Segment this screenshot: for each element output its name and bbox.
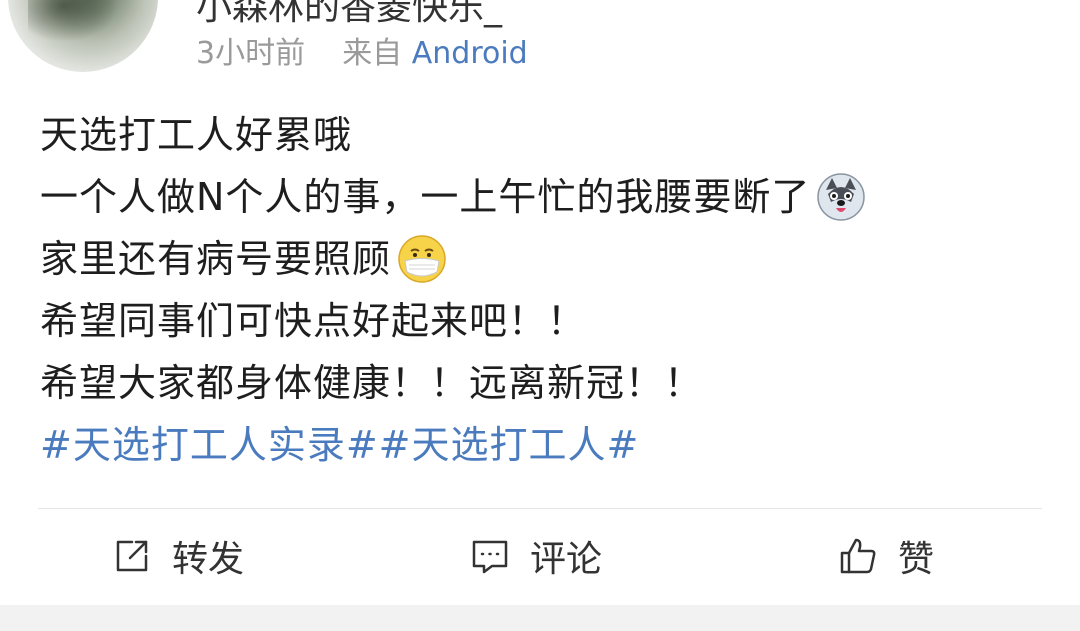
like-button[interactable]: 赞	[836, 510, 934, 602]
post-text: 一个人做N个人的事，一上午忙的我腰要断了	[40, 175, 811, 219]
topic-link[interactable]: #天选打工人实录##天选打工人#	[40, 414, 639, 476]
post-text: 家里还有病号要照顾	[40, 237, 392, 281]
post-time: 3小时前	[196, 36, 306, 71]
divider	[38, 508, 1042, 509]
repost-label: 转发	[172, 539, 245, 580]
post-text: 希望同事们可快点好起来吧！！	[40, 299, 587, 343]
source-prefix: 来自	[342, 36, 403, 71]
source-name: Android	[411, 36, 528, 71]
comment-button[interactable]: 评论	[468, 510, 602, 602]
post-line: 一个人做N个人的事，一上午忙的我腰要断了	[40, 166, 1050, 228]
post-text: 希望大家都身体健康！！远离新冠！！	[40, 361, 704, 405]
post-line: 希望同事们可快点好起来吧！！	[40, 290, 1050, 352]
like-label: 赞	[898, 539, 935, 580]
mask-face-emoji-icon	[398, 235, 446, 283]
weibo-post-card: 小森林的香菱快乐_ 3小时前 来自 Android 天选打工人好累哦 一个人做N…	[0, 0, 1080, 631]
post-meta: 3小时前 来自 Android	[196, 28, 528, 72]
repost-icon	[116, 540, 148, 572]
comment-icon	[472, 540, 508, 574]
thumbs-up-icon	[840, 538, 876, 574]
comment-label: 评论	[530, 539, 603, 580]
avatar[interactable]	[8, 0, 158, 72]
repost-button[interactable]: 转发	[110, 510, 244, 602]
bottom-separator-bar	[0, 605, 1080, 631]
post-text: 天选打工人好累哦	[40, 113, 353, 157]
post-line: 希望大家都身体健康！！远离新冠！！	[40, 352, 1050, 414]
username[interactable]: 小森林的香菱快乐_	[196, 0, 502, 30]
post-line: 家里还有病号要照顾	[40, 228, 1050, 290]
action-bar: 转发 评论 赞	[0, 510, 1080, 602]
husky-emoji-icon	[817, 173, 866, 221]
topic-links[interactable]: #天选打工人实录##天选打工人#	[40, 414, 1050, 476]
post-body: 天选打工人好累哦 一个人做N个人的事，一上午忙的我腰要断了 家里还有病号要照顾	[40, 104, 1050, 476]
post-line: 天选打工人好累哦	[40, 104, 1050, 166]
